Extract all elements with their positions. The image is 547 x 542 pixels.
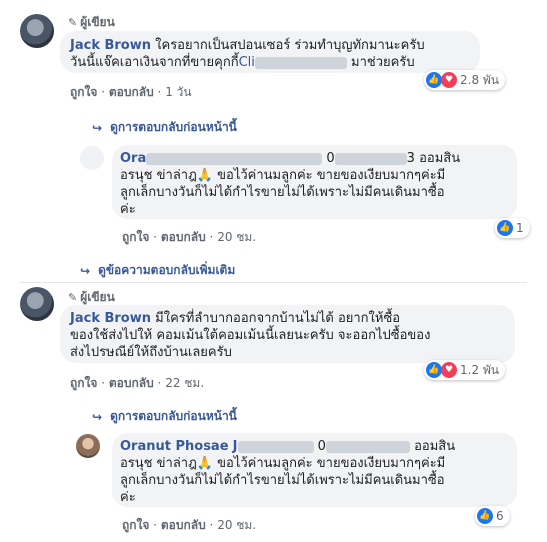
timestamp[interactable]: 20 ชม. (217, 518, 256, 532)
author-avatar[interactable] (20, 287, 54, 321)
reply-avatar[interactable] (76, 434, 100, 458)
love-reaction-icon: ♥ (441, 72, 457, 88)
comment-actions: ถูกใจ · ตอบกลับ · 22 ชม. (70, 376, 205, 390)
reply-arrow-icon: ↪ (92, 120, 103, 135)
pencil-icon: ✎ (68, 16, 78, 29)
reply-link[interactable]: ตอบกลับ (109, 85, 154, 99)
reply-text-line: Ora 03 ออมสิน (120, 151, 461, 166)
reply-arrow-icon: ↪ (80, 263, 91, 278)
comment-text-line: Jack Brown ใครอยากเป็นสปอนเซอร์ ร่วมทำบุ… (70, 38, 425, 53)
comment-text-line: วันนี้แจ๊คเอาเงินจากที่ขายคุกกี้Cli มาช่… (70, 55, 415, 70)
like-reaction-icon: 👍 (497, 220, 513, 236)
reply-text-line: ค่ะ (120, 490, 136, 505)
author-avatar[interactable] (20, 14, 54, 48)
comment-text-line: ของใช้ส่งไปให้ คอมเม้นใต้คอมเม้นนี้เลยนะ… (70, 328, 431, 343)
reply-arrow-icon: ↪ (92, 409, 103, 424)
comment-actions: ถูกใจ · ตอบกลับ · 1 วัน (70, 85, 192, 99)
comment-text-line: Jack Brown มีใครที่ลำบากออกจากบ้านไม่ได้… (70, 311, 401, 326)
view-more-replies[interactable]: ↪ ดูข้อความตอบกลับเพิ่มเติม (80, 261, 235, 280)
redacted-name (146, 152, 323, 165)
reply-text-line: ค่ะ (120, 202, 136, 217)
like-link[interactable]: ถูกใจ (122, 518, 149, 532)
reaction-summary[interactable]: 👍 1 (495, 218, 530, 238)
love-reaction-icon: ♥ (441, 362, 457, 378)
like-link[interactable]: ถูกใจ (70, 376, 97, 390)
view-previous-replies[interactable]: ↪ ดูการตอบกลับก่อนหน้านี้ (92, 118, 237, 137)
reaction-summary[interactable]: 👍 ♥ 1.2 พัน (424, 360, 506, 380)
divider (20, 282, 527, 283)
redacted-phone (334, 152, 407, 165)
like-link[interactable]: ถูกใจ (70, 85, 97, 99)
reply-text-line: อรนุช ข่าล่าฎ🙏 ขอไว้ค่านมลูกค่ะ ขายของเง… (120, 456, 446, 471)
pencil-icon: ✎ (68, 291, 78, 304)
comment-author-name[interactable]: Jack Brown (70, 311, 151, 326)
redacted-name (237, 440, 314, 453)
reply-text-line: อรนุช ข่าล่าฎ🙏 ขอไว้ค่านมลูกค่ะ ขายของเง… (120, 168, 446, 183)
like-reaction-icon: 👍 (477, 508, 493, 524)
reply-link[interactable]: ตอบกลับ (109, 376, 154, 390)
view-previous-replies[interactable]: ↪ ดูการตอบกลับก่อนหน้านี้ (92, 407, 237, 426)
reaction-summary[interactable]: 👍 ♥ 2.8 พัน (424, 70, 506, 90)
timestamp[interactable]: 22 ชม. (165, 376, 204, 390)
like-reaction-icon: 👍 (426, 362, 442, 378)
reply-link[interactable]: ตอบกลับ (161, 518, 206, 532)
like-reaction-icon: 👍 (426, 72, 442, 88)
timestamp[interactable]: 20 ชม. (217, 230, 256, 244)
comment-text-line: ส่งไปรษณีย์ให้ถึงบ้านเลยครับ (70, 345, 232, 360)
reply-author-name[interactable]: Ora (120, 151, 146, 166)
reaction-summary[interactable]: 👍 6 (475, 506, 510, 526)
redacted-phone (325, 440, 410, 453)
timestamp[interactable]: 1 วัน (165, 85, 191, 99)
like-link[interactable]: ถูกใจ (122, 230, 149, 244)
reply-actions: ถูกใจ · ตอบกลับ · 20 ชม. (122, 230, 257, 244)
reply-actions: ถูกใจ · ตอบกลับ · 20 ชม. (122, 518, 257, 532)
comment-link[interactable]: Cli (239, 55, 255, 70)
reply-text-line: ลูกเล็กบางวันก็ไม่ได้กำไรขายไม่ได้เพราะไ… (120, 185, 445, 200)
reply-link[interactable]: ตอบกลับ (161, 230, 206, 244)
comment-author-name[interactable]: Jack Brown (70, 38, 151, 53)
redacted-text (254, 56, 347, 69)
reply-avatar[interactable] (80, 146, 104, 170)
reply-author-name[interactable]: Oranut Phosae (120, 439, 229, 454)
author-badge: ✎ ผู้เขียน (68, 15, 115, 29)
reply-text-line: ลูกเล็กบางวันก็ไม่ได้กำไรขายไม่ได้เพราะไ… (120, 473, 445, 488)
reply-text-line: Oranut Phosae J 0 ออมสิน (120, 439, 456, 454)
